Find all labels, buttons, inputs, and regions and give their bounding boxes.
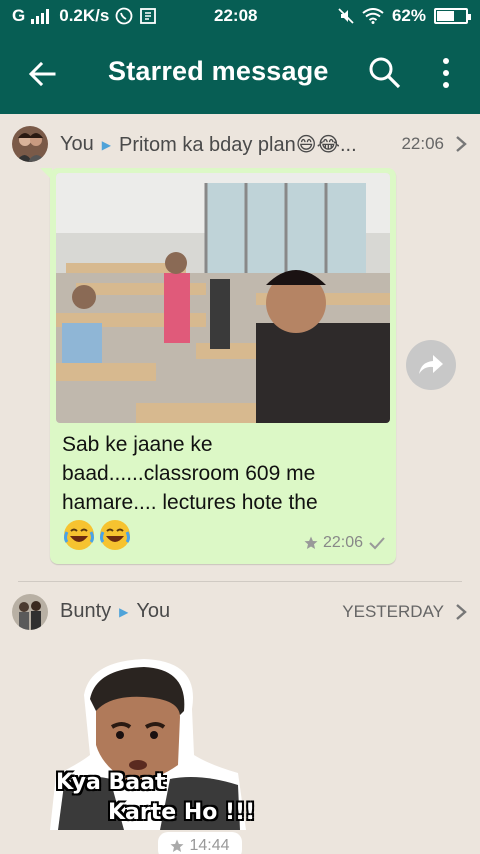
joy-emoji-icon [100, 520, 130, 550]
more-vert-icon[interactable] [436, 56, 456, 90]
message-meta: 22:06 [304, 534, 386, 552]
signal-icon [31, 9, 50, 24]
message-bubble[interactable]: Sab ke jaane ke baad......classroom 609 … [40, 168, 396, 564]
battery-label: 62% [391, 6, 426, 25]
mute-icon [338, 8, 354, 24]
status-time: 22:08 [214, 6, 258, 25]
arrow-back-icon[interactable] [26, 58, 58, 90]
classroom-photo[interactable] [56, 173, 390, 423]
screenshot-icon [140, 8, 157, 24]
divider [18, 581, 462, 582]
avatar[interactable] [12, 594, 48, 630]
emoji-text: 😂😂 [62, 518, 63, 588]
sticker-caption: Kya Baat [56, 770, 166, 795]
message-header[interactable]: You ▶ Pritom ka bday plan😄😂... 22:06 [0, 122, 480, 166]
chevron-right-icon[interactable] [454, 134, 468, 154]
arrow-right-icon: ▶ [119, 604, 129, 619]
message-time: 22:06 [322, 534, 363, 551]
status-bar: G 0.2K/s 22:08 62% [0, 0, 480, 32]
status-right: 62% [338, 6, 471, 26]
header-time: 22:06 [401, 134, 444, 153]
battery-icon [434, 8, 471, 24]
emoji-row: 😂😂 [62, 518, 132, 552]
sender-name: Bunty [60, 600, 112, 622]
battery-fill [437, 11, 455, 21]
chat-name: You [136, 600, 171, 622]
message-header[interactable]: Bunty ▶ You YESTERDAY [0, 590, 480, 634]
joy-emoji-icon [64, 520, 94, 550]
search-icon[interactable] [368, 56, 402, 90]
sticker-caption: Karte Ho !!! [108, 800, 256, 825]
sender-line: Bunty ▶ You [60, 600, 170, 623]
arrow-right-icon: ▶ [101, 137, 111, 152]
page-title: Starred message [108, 56, 329, 86]
app-bar: Starred message [0, 32, 480, 114]
star-icon [170, 839, 184, 852]
star-icon [304, 536, 318, 549]
status-left: G 0.2K/s [12, 6, 157, 26]
sender-line: You ▶ Pritom ka bday plan😄😂... [60, 132, 357, 157]
whatsapp-icon [115, 7, 133, 25]
forward-icon [419, 355, 443, 374]
message-time: 14:44 [189, 837, 230, 854]
wifi-icon [362, 8, 384, 24]
forward-button[interactable] [406, 340, 456, 390]
message-meta: 14:44 [158, 832, 242, 854]
avatar[interactable] [12, 126, 48, 162]
network-speed: 0.2K/s [59, 6, 110, 25]
carrier-label: G [12, 6, 26, 25]
sender-name: You [60, 133, 94, 155]
header-time: YESTERDAY [342, 602, 444, 621]
check-icon [369, 537, 385, 550]
chevron-right-icon[interactable] [454, 602, 468, 622]
message-caption: Sab ke jaane ke baad......classroom 609 … [62, 433, 318, 514]
chat-name: Pritom ka bday plan😄😂... [118, 134, 357, 156]
